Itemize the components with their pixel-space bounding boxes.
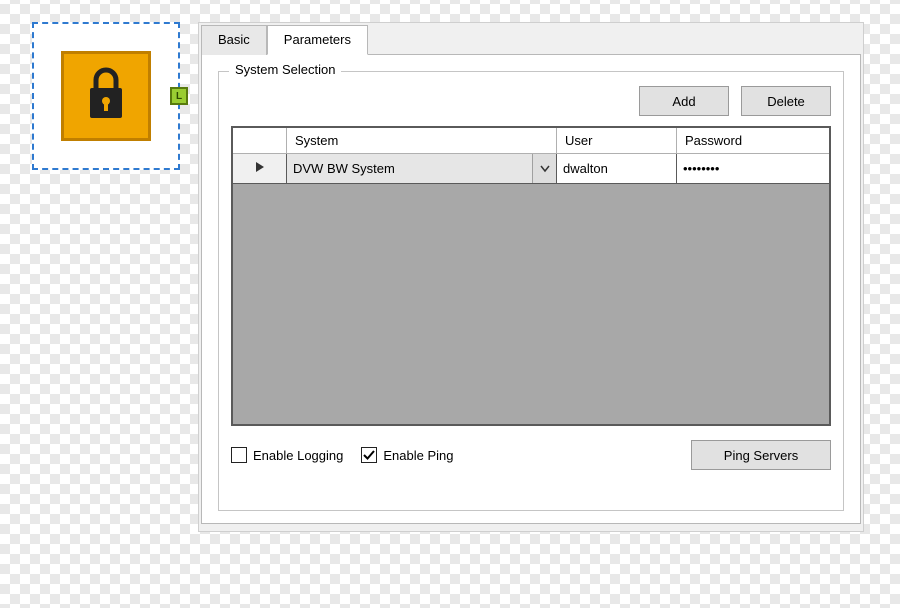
cell-system-value: DVW BW System (293, 161, 395, 176)
lock-tile (61, 51, 151, 141)
grid-empty-area (233, 184, 829, 424)
checkbox-box (231, 447, 247, 463)
cell-system[interactable]: DVW BW System (287, 154, 557, 183)
tab-basic[interactable]: Basic (201, 25, 267, 55)
systems-grid[interactable]: System User Password DVW BW System (231, 126, 831, 426)
grid-header-row: System User Password (233, 128, 829, 154)
lock-node[interactable]: L (32, 22, 180, 170)
grid-header-password[interactable]: Password (677, 128, 829, 154)
enable-logging-checkbox[interactable]: Enable Logging (231, 447, 343, 463)
enable-ping-checkbox[interactable]: Enable Ping (361, 447, 453, 463)
add-button[interactable]: Add (639, 86, 729, 116)
groupbox-footer: Enable Logging Enable Ping Ping Servers (231, 440, 831, 470)
groupbox-toolbar: Add Delete (231, 86, 831, 116)
groupbox-system-selection: System Selection Add Delete System User … (218, 71, 844, 511)
lock-icon (82, 66, 130, 127)
port-label: L (176, 91, 182, 102)
tab-basic-label: Basic (218, 32, 250, 47)
tab-strip: Basic Parameters (201, 25, 861, 55)
enable-logging-label: Enable Logging (253, 448, 343, 463)
system-dropdown-button[interactable] (532, 154, 556, 183)
delete-button[interactable]: Delete (741, 86, 831, 116)
delete-button-label: Delete (767, 94, 805, 109)
cell-user-value: dwalton (563, 161, 608, 176)
cell-password[interactable]: •••••••• (677, 154, 829, 183)
add-button-label: Add (672, 94, 695, 109)
output-port-l[interactable]: L (170, 87, 188, 105)
current-row-indicator-icon (255, 161, 265, 176)
ping-servers-button[interactable]: Ping Servers (691, 440, 831, 470)
grid-header-system[interactable]: System (287, 128, 557, 154)
groupbox-legend: System Selection (229, 62, 341, 77)
grid-header-user[interactable]: User (557, 128, 677, 154)
chevron-down-icon (540, 161, 550, 176)
grid-header-handle (233, 128, 287, 154)
tab-parameters-label: Parameters (284, 32, 351, 47)
tab-parameters[interactable]: Parameters (267, 25, 368, 55)
ping-servers-label: Ping Servers (724, 448, 798, 463)
checkbox-box (361, 447, 377, 463)
enable-ping-label: Enable Ping (383, 448, 453, 463)
cell-user[interactable]: dwalton (557, 154, 677, 183)
grid-row[interactable]: DVW BW System dwalton •••••••• (233, 154, 829, 184)
properties-panel: Basic Parameters System Selection Add De… (198, 22, 864, 532)
row-handle[interactable] (233, 154, 287, 183)
cell-password-value: •••••••• (683, 161, 719, 176)
tab-body-parameters: System Selection Add Delete System User … (201, 54, 861, 524)
